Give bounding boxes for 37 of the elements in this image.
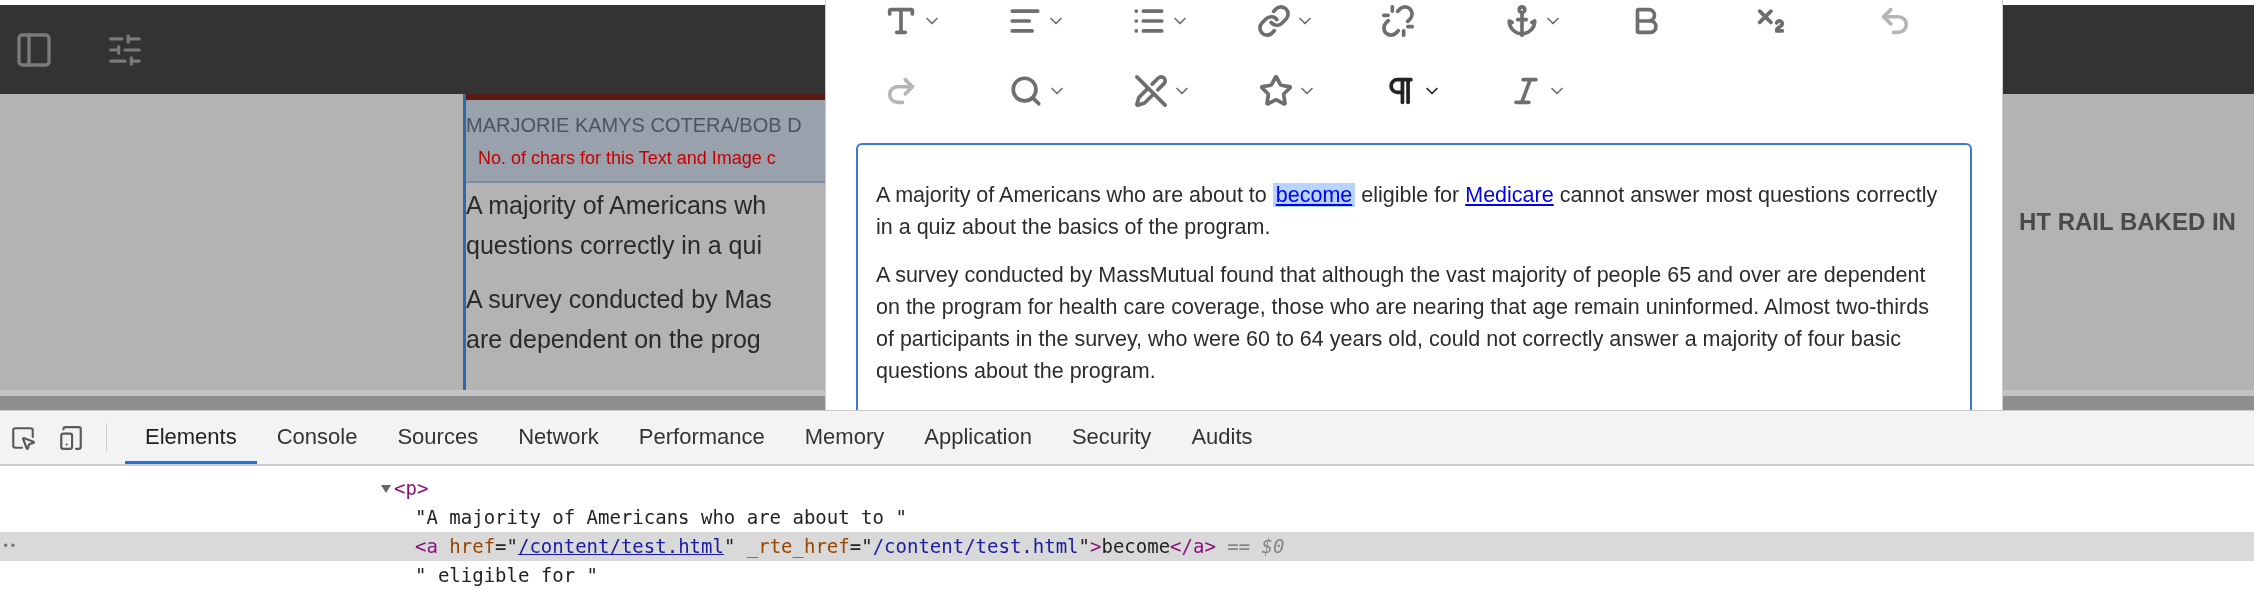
body-text-line: A majority of Americans wh xyxy=(466,190,768,221)
dom-node-text: "A majority of Americans who are about to " xyxy=(415,505,907,530)
devtools-tab[interactable]: Elements xyxy=(125,411,257,464)
body-text-line: questions correctly in a qui xyxy=(466,230,763,261)
devtools-tab[interactable]: Security xyxy=(1051,411,1172,464)
body-text-line: are dependent on the prog xyxy=(466,324,762,355)
article-heading: HT RAIL BAKED IN xyxy=(2018,207,2236,237)
devtools-tab[interactable]: Memory xyxy=(784,411,905,464)
devtools-tab[interactable]: Audits xyxy=(1171,411,1273,464)
search-icon xyxy=(1009,74,1043,108)
dom-node-text: <a href="/content/test.html" _rte_href="/content/test.html">become</a> == $0 xyxy=(415,534,1285,560)
paragraph: A survey conducted by MassMutual found that although the vast majority of people 65 and over are dependent on the program for health care coverage, those who are nearing that age remain uninformed. Almost two-thirds of participants in the survey, who were 60 to 64 years old, could not correctly answer a majority of four basic questions about the program. xyxy=(876,262,1930,385)
dom-node[interactable]: <p> xyxy=(394,474,429,503)
device-toolbar-icon[interactable] xyxy=(58,424,84,451)
image-caption: MARJORIE KAMYS COTERA/BOB D xyxy=(466,114,803,135)
anchor-icon xyxy=(1505,4,1540,38)
pen-off-icon xyxy=(1134,74,1168,108)
devtools-tab[interactable]: Application xyxy=(904,411,1052,464)
devtools-tab[interactable]: Sources xyxy=(377,411,499,464)
link[interactable]: become xyxy=(1272,183,1356,207)
dom-node-text: " eligible for " xyxy=(415,563,599,588)
char-count-notice: No. of chars for this Text and Image c xyxy=(477,148,777,167)
link[interactable]: Medicare xyxy=(1465,183,1554,207)
expand-toggle-icon[interactable] xyxy=(380,482,392,495)
devtools-tab[interactable]: Network xyxy=(498,411,619,464)
row-marker: •• xyxy=(2,539,17,553)
dom-row[interactable]: " eligible for " xyxy=(0,561,2254,590)
paragraph: A majority of Americans who are about to become eligible for Medicare cannot answer most questions correctly in a quiz about the basics of the program. xyxy=(876,182,1939,241)
body-text-line: A survey conducted by Mas xyxy=(466,284,773,315)
star-icon xyxy=(1259,74,1293,108)
dom-row[interactable]: "A majority of Americans who are about to " xyxy=(0,503,2254,532)
link-icon xyxy=(1256,4,1291,38)
devtools-tab[interactable]: Performance xyxy=(618,411,785,464)
dom-row[interactable]: •• <a href="/content/test.html" _rte_href="/content/test.html">become</a> == $0 xyxy=(0,532,2254,561)
unlink-icon xyxy=(1380,4,1415,38)
devtools-tab[interactable]: Console xyxy=(256,411,378,464)
inspect-icon[interactable] xyxy=(10,424,36,451)
